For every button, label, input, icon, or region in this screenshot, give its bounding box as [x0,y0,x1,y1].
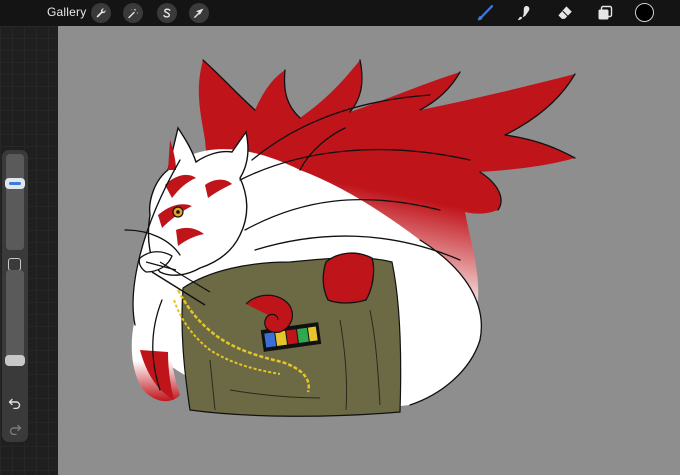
undo-icon[interactable] [7,396,23,410]
smudge-icon[interactable] [514,3,534,23]
brush-opacity-slider[interactable] [5,270,25,366]
redo-icon[interactable] [7,422,23,436]
selection-s-icon[interactable] [157,3,177,23]
brush-sidebar [2,150,28,442]
gallery-button[interactable]: Gallery [47,5,86,19]
brush-size-knob[interactable] [5,178,25,189]
layers-icon[interactable] [595,3,615,23]
magic-wand-icon[interactable] [123,3,143,23]
brush-opacity-knob[interactable] [5,355,25,366]
top-toolbar: Gallery [0,0,680,26]
color-picker-button[interactable] [635,3,654,22]
eraser-icon[interactable] [555,3,575,23]
artwork-illustration [124,59,576,417]
brush-icon[interactable] [475,3,495,23]
workspace-margin [0,26,58,475]
wrench-icon[interactable] [91,3,111,23]
drawing-canvas[interactable] [58,26,680,475]
transform-arrow-icon[interactable] [189,3,209,23]
brush-size-slider[interactable] [5,154,25,250]
